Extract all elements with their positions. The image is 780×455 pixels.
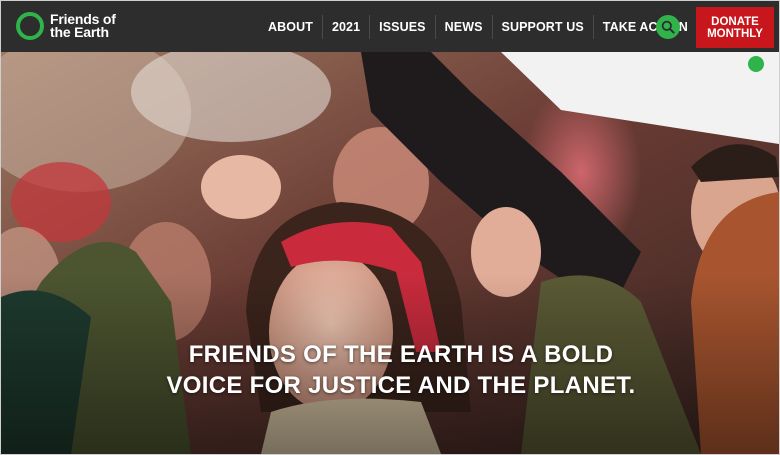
- nav-item-support-us[interactable]: SUPPORT US: [493, 14, 594, 39]
- nav-item-2021[interactable]: 2021: [323, 14, 371, 39]
- nav-item-take-action[interactable]: TAKE ACTION: [594, 15, 697, 39]
- donate-monthly-button[interactable]: DONATE MONTHLY: [696, 7, 774, 48]
- nav-item-about[interactable]: ABOUT: [259, 14, 323, 39]
- browser-viewport: Friends of the Earth ABOUT 2021 ISSUES N…: [0, 0, 780, 455]
- site-header: Friends of the Earth ABOUT 2021 ISSUES N…: [1, 1, 779, 52]
- hero-banner: FRIENDS OF THE EARTH IS A BOLD VOICE FOR…: [1, 52, 779, 454]
- logo-text: Friends of the Earth: [50, 12, 116, 40]
- hero-caption-line-2: VOICE FOR JUSTICE AND THE PLANET.: [166, 372, 636, 399]
- main-nav: ABOUT 2021 ISSUES NEWS SUPPORT US TAKE A…: [259, 1, 697, 52]
- search-button[interactable]: [656, 15, 680, 39]
- site-logo[interactable]: Friends of the Earth: [16, 12, 116, 40]
- search-icon: [661, 20, 675, 34]
- ring-logo-icon: [16, 12, 44, 40]
- nav-item-news[interactable]: NEWS: [436, 14, 493, 39]
- hero-caption: FRIENDS OF THE EARTH IS A BOLD VOICE FOR…: [121, 339, 681, 401]
- logo-line-2: the Earth: [50, 24, 109, 40]
- donate-line-1: DONATE: [711, 15, 759, 28]
- hero-caption-line-1: FRIENDS OF THE EARTH IS A BOLD: [188, 341, 614, 368]
- donate-line-2: MONTHLY: [707, 27, 763, 40]
- nav-item-issues[interactable]: ISSUES: [370, 14, 436, 39]
